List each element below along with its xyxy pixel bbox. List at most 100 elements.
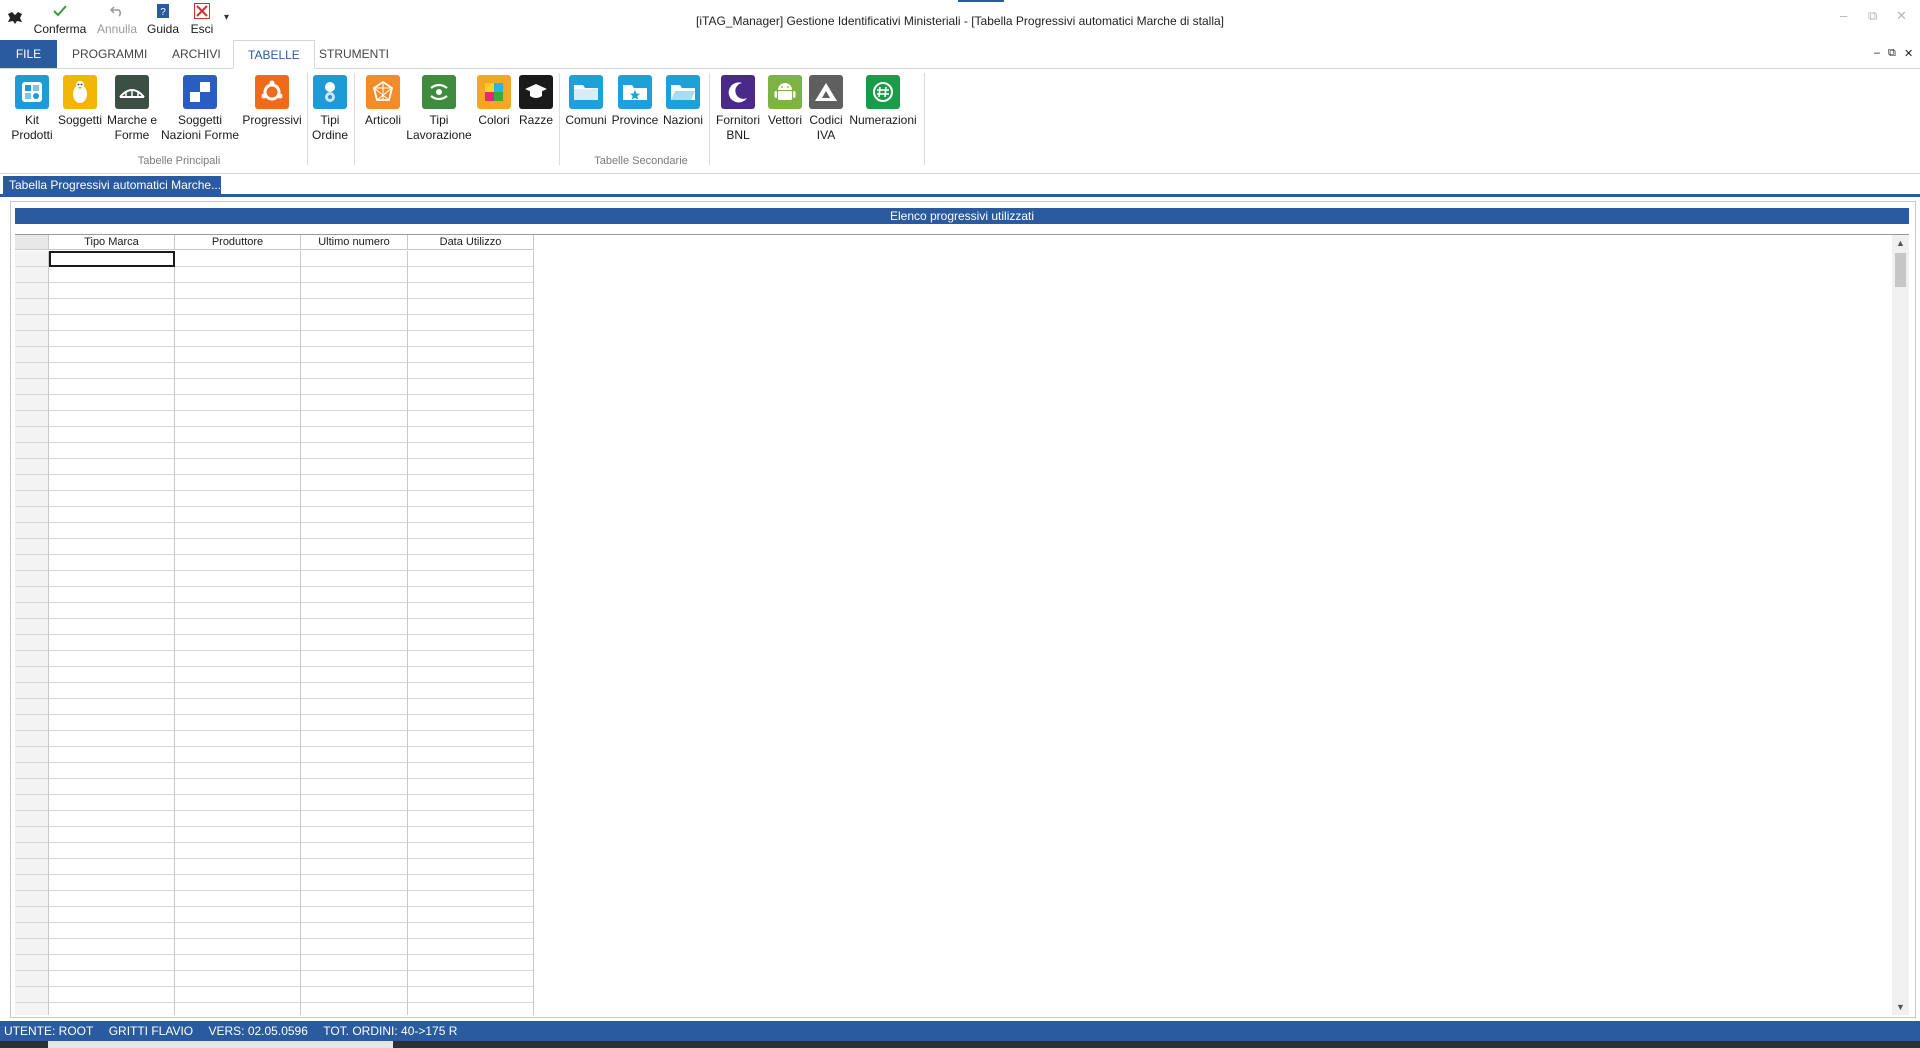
- row-selector[interactable]: [15, 395, 49, 411]
- row-selector[interactable]: [15, 859, 49, 875]
- table-cell[interactable]: [49, 587, 175, 603]
- row-selector[interactable]: [15, 1003, 49, 1015]
- table-cell[interactable]: [301, 955, 408, 971]
- tab-file[interactable]: FILE: [0, 40, 57, 68]
- column-header-tipo-marca[interactable]: Tipo Marca: [49, 235, 175, 250]
- table-cell[interactable]: [301, 859, 408, 875]
- table-cell[interactable]: [49, 443, 175, 459]
- table-row[interactable]: [15, 939, 535, 955]
- table-cell[interactable]: [175, 587, 301, 603]
- table-cell[interactable]: [408, 747, 534, 763]
- table-cell[interactable]: [301, 763, 408, 779]
- row-selector[interactable]: [15, 923, 49, 939]
- row-selector[interactable]: [15, 955, 49, 971]
- table-cell[interactable]: [49, 1003, 175, 1015]
- province-button[interactable]: Province: [610, 75, 660, 128]
- mdi-close-button[interactable]: ✕: [1904, 47, 1913, 60]
- table-cell[interactable]: [175, 363, 301, 379]
- tab-archivi[interactable]: ARCHIVI: [158, 40, 235, 68]
- table-cell[interactable]: [408, 779, 534, 795]
- table-row[interactable]: [15, 699, 535, 715]
- articoli-button[interactable]: Articoli: [358, 75, 408, 128]
- table-cell[interactable]: [408, 683, 534, 699]
- table-cell[interactable]: [301, 1003, 408, 1015]
- row-selector[interactable]: [15, 523, 49, 539]
- table-row[interactable]: [15, 907, 535, 923]
- row-selector[interactable]: [15, 635, 49, 651]
- table-cell[interactable]: [408, 299, 534, 315]
- table-cell[interactable]: [175, 411, 301, 427]
- table-cell[interactable]: [49, 875, 175, 891]
- table-row[interactable]: [15, 459, 535, 475]
- table-cell[interactable]: [408, 443, 534, 459]
- table-cell[interactable]: [301, 683, 408, 699]
- taskbar-search-box[interactable]: [48, 1041, 393, 1048]
- table-row[interactable]: [15, 395, 535, 411]
- table-cell[interactable]: [49, 571, 175, 587]
- row-selector[interactable]: [15, 683, 49, 699]
- table-cell[interactable]: [175, 331, 301, 347]
- table-cell[interactable]: [49, 427, 175, 443]
- row-selector[interactable]: [15, 459, 49, 475]
- table-cell[interactable]: [301, 891, 408, 907]
- table-cell[interactable]: [301, 907, 408, 923]
- table-cell[interactable]: [301, 971, 408, 987]
- table-row[interactable]: [15, 955, 535, 971]
- table-cell[interactable]: [49, 395, 175, 411]
- tipi-ordine-button[interactable]: Tipi Ordine: [310, 75, 350, 143]
- table-cell[interactable]: [301, 875, 408, 891]
- row-selector[interactable]: [15, 715, 49, 731]
- table-cell[interactable]: [175, 827, 301, 843]
- row-selector[interactable]: [15, 987, 49, 1003]
- table-cell[interactable]: [49, 411, 175, 427]
- row-selector[interactable]: [15, 539, 49, 555]
- table-cell[interactable]: [175, 299, 301, 315]
- table-cell[interactable]: [408, 539, 534, 555]
- tipi-lavorazione-button[interactable]: Tipi Lavorazione: [404, 75, 474, 143]
- table-row[interactable]: [15, 475, 535, 491]
- table-row[interactable]: [15, 555, 535, 571]
- row-selector[interactable]: [15, 603, 49, 619]
- row-selector[interactable]: [15, 731, 49, 747]
- table-cell[interactable]: [408, 667, 534, 683]
- table-cell[interactable]: [301, 587, 408, 603]
- row-selector[interactable]: [15, 891, 49, 907]
- table-cell[interactable]: [49, 747, 175, 763]
- table-cell[interactable]: [175, 875, 301, 891]
- comuni-button[interactable]: Comuni: [562, 75, 610, 128]
- table-cell[interactable]: [49, 347, 175, 363]
- table-row[interactable]: [15, 987, 535, 1003]
- table-cell[interactable]: [301, 715, 408, 731]
- table-row[interactable]: [15, 651, 535, 667]
- table-cell[interactable]: [175, 443, 301, 459]
- table-cell[interactable]: [49, 683, 175, 699]
- table-cell[interactable]: [175, 267, 301, 283]
- table-cell[interactable]: [49, 267, 175, 283]
- row-selector[interactable]: [15, 363, 49, 379]
- table-cell[interactable]: [301, 283, 408, 299]
- table-cell[interactable]: [175, 379, 301, 395]
- table-cell[interactable]: [175, 779, 301, 795]
- row-selector[interactable]: [15, 907, 49, 923]
- table-cell[interactable]: [49, 619, 175, 635]
- table-row[interactable]: [15, 315, 535, 331]
- table-cell[interactable]: [408, 491, 534, 507]
- table-cell[interactable]: [408, 811, 534, 827]
- row-selector[interactable]: [15, 507, 49, 523]
- row-selector[interactable]: [15, 267, 49, 283]
- table-cell[interactable]: [49, 859, 175, 875]
- table-cell[interactable]: [408, 875, 534, 891]
- column-header-ultimo-numero[interactable]: Ultimo numero: [301, 235, 408, 250]
- vettori-button[interactable]: Vettori: [764, 75, 806, 128]
- row-selector[interactable]: [15, 763, 49, 779]
- table-cell[interactable]: [408, 395, 534, 411]
- table-cell[interactable]: [301, 667, 408, 683]
- table-cell[interactable]: [301, 347, 408, 363]
- table-cell[interactable]: [301, 987, 408, 1003]
- scroll-up-arrow-icon[interactable]: ▲: [1892, 235, 1909, 251]
- table-cell[interactable]: [408, 507, 534, 523]
- table-cell[interactable]: [408, 843, 534, 859]
- table-cell[interactable]: [175, 955, 301, 971]
- table-cell[interactable]: [175, 987, 301, 1003]
- table-cell[interactable]: [408, 651, 534, 667]
